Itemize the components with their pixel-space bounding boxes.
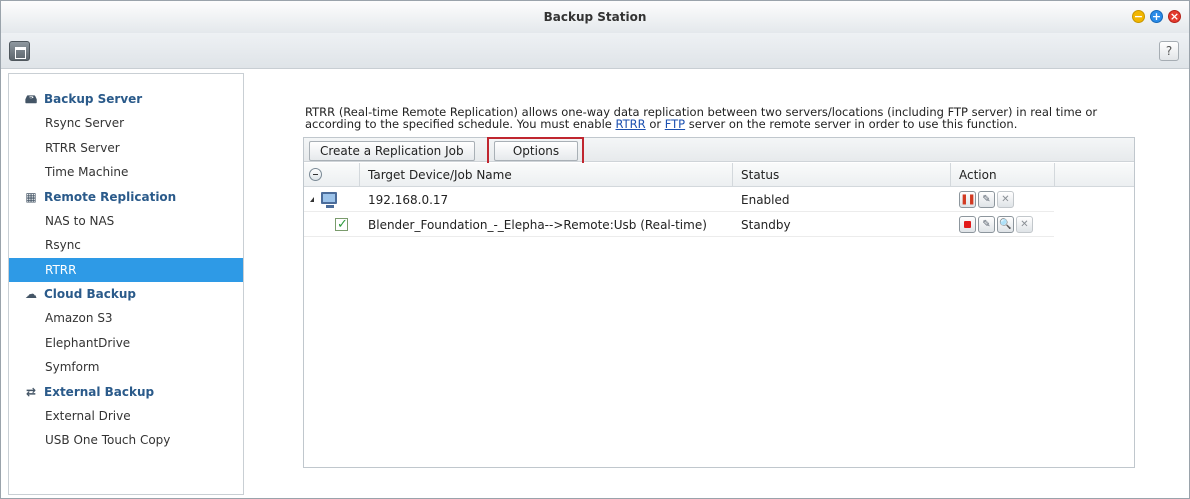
replication-icon: ▦	[25, 189, 37, 204]
toolbar: ?	[1, 33, 1189, 69]
sidebar-item-amazon-s3[interactable]: Amazon S3	[9, 306, 243, 331]
header-select-col	[304, 163, 360, 187]
stop-icon[interactable]	[959, 216, 976, 233]
delete-icon[interactable]: ✕	[1016, 216, 1033, 233]
server-icon: 🖴	[24, 92, 38, 106]
description-part: or	[645, 117, 665, 131]
view-log-icon[interactable]: 🔍	[997, 216, 1014, 233]
backup-station-window: Backup Station − + × ? 🖴 Backup Server Rs…	[0, 0, 1190, 499]
ftp-link[interactable]: FTP	[665, 117, 685, 131]
sidebar-item-usb-one-touch-copy[interactable]: USB One Touch Copy	[9, 428, 243, 453]
expand-arrow-icon[interactable]	[310, 197, 314, 202]
sidebar: 🖴 Backup Server Rsync Server RTRR Server …	[8, 73, 244, 495]
description-text: RTRR (Real-time Remote Replication) allo…	[305, 106, 1155, 130]
row-name: 192.168.0.17	[368, 193, 449, 207]
delete-icon[interactable]: ✕	[997, 191, 1014, 208]
sidebar-group-backup-server[interactable]: 🖴 Backup Server	[9, 87, 243, 111]
grid-toolbar: Create a Replication Job Options	[304, 137, 1134, 167]
sidebar-item-rtrr[interactable]: RTRR	[9, 257, 243, 282]
close-icon[interactable]: ×	[1168, 10, 1181, 23]
title-bar: Backup Station − + ×	[1, 1, 1189, 33]
cloud-icon: ☁	[25, 287, 37, 301]
create-replication-job-button[interactable]: Create a Replication Job	[309, 141, 475, 161]
sidebar-item-rsync-server[interactable]: Rsync Server	[9, 111, 243, 136]
sidebar-group-label: Backup Server	[44, 92, 143, 106]
help-button[interactable]: ?	[1159, 41, 1179, 61]
window-controls: − + ×	[1132, 10, 1181, 23]
row-status: Standby	[741, 218, 791, 232]
sidebar-item-nas-to-nas[interactable]: NAS to NAS	[9, 209, 243, 234]
sidebar-item-rsync[interactable]: Rsync	[9, 233, 243, 258]
maximize-icon[interactable]: +	[1150, 10, 1163, 23]
grid-header: Target Device/Job Name Status Action	[304, 163, 1134, 187]
sidebar-group-label: External Backup	[44, 384, 155, 399]
column-header-action: Action	[951, 163, 1055, 187]
sidebar-item-rtrr-server[interactable]: RTRR Server	[9, 136, 243, 161]
sidebar-item-external-drive[interactable]: External Drive	[9, 404, 243, 429]
sidebar-group-external-backup[interactable]: ⇄ External Backup	[9, 380, 243, 404]
window-title: Backup Station	[543, 10, 647, 24]
rtrr-link[interactable]: RTRR	[616, 117, 646, 131]
computer-icon	[321, 192, 337, 208]
replication-job-grid: Create a Replication Job Options Target …	[303, 137, 1135, 468]
sidebar-group-label: Cloud Backup	[44, 287, 136, 301]
sidebar-item-time-machine[interactable]: Time Machine	[9, 160, 243, 185]
job-status-check-icon	[335, 213, 348, 237]
sync-icon: ⇄	[25, 384, 37, 399]
column-header-name[interactable]: Target Device/Job Name	[360, 163, 733, 187]
edit-icon[interactable]: ✎	[978, 191, 995, 208]
sidebar-item-elephantdrive[interactable]: ElephantDrive	[9, 331, 243, 356]
app-menu-icon[interactable]	[9, 41, 30, 61]
pause-icon[interactable]: ❚❚	[959, 191, 976, 208]
main-panel: RTRR (Real-time Remote Replication) allo…	[245, 73, 1185, 495]
row-status: Enabled	[741, 193, 790, 207]
row-name: Blender_Foundation_-_Elepha-->Remote:Usb…	[368, 218, 707, 232]
minimize-icon[interactable]: −	[1132, 10, 1145, 23]
sidebar-group-cloud-backup[interactable]: ☁ Cloud Backup	[9, 282, 243, 306]
sidebar-group-label: Remote Replication	[44, 189, 177, 204]
column-header-status[interactable]: Status	[733, 163, 951, 187]
table-row[interactable]: 192.168.0.17 Enabled ❚❚ ✎ ✕	[304, 188, 1054, 212]
table-row[interactable]: Blender_Foundation_-_Elepha-->Remote:Usb…	[304, 213, 1054, 237]
sidebar-item-symform[interactable]: Symform	[9, 355, 243, 380]
edit-icon[interactable]: ✎	[978, 216, 995, 233]
collapse-all-icon[interactable]	[309, 168, 322, 181]
sidebar-group-remote-replication[interactable]: ▦ Remote Replication	[9, 185, 243, 209]
description-part: server on the remote server in order to …	[685, 117, 1018, 131]
